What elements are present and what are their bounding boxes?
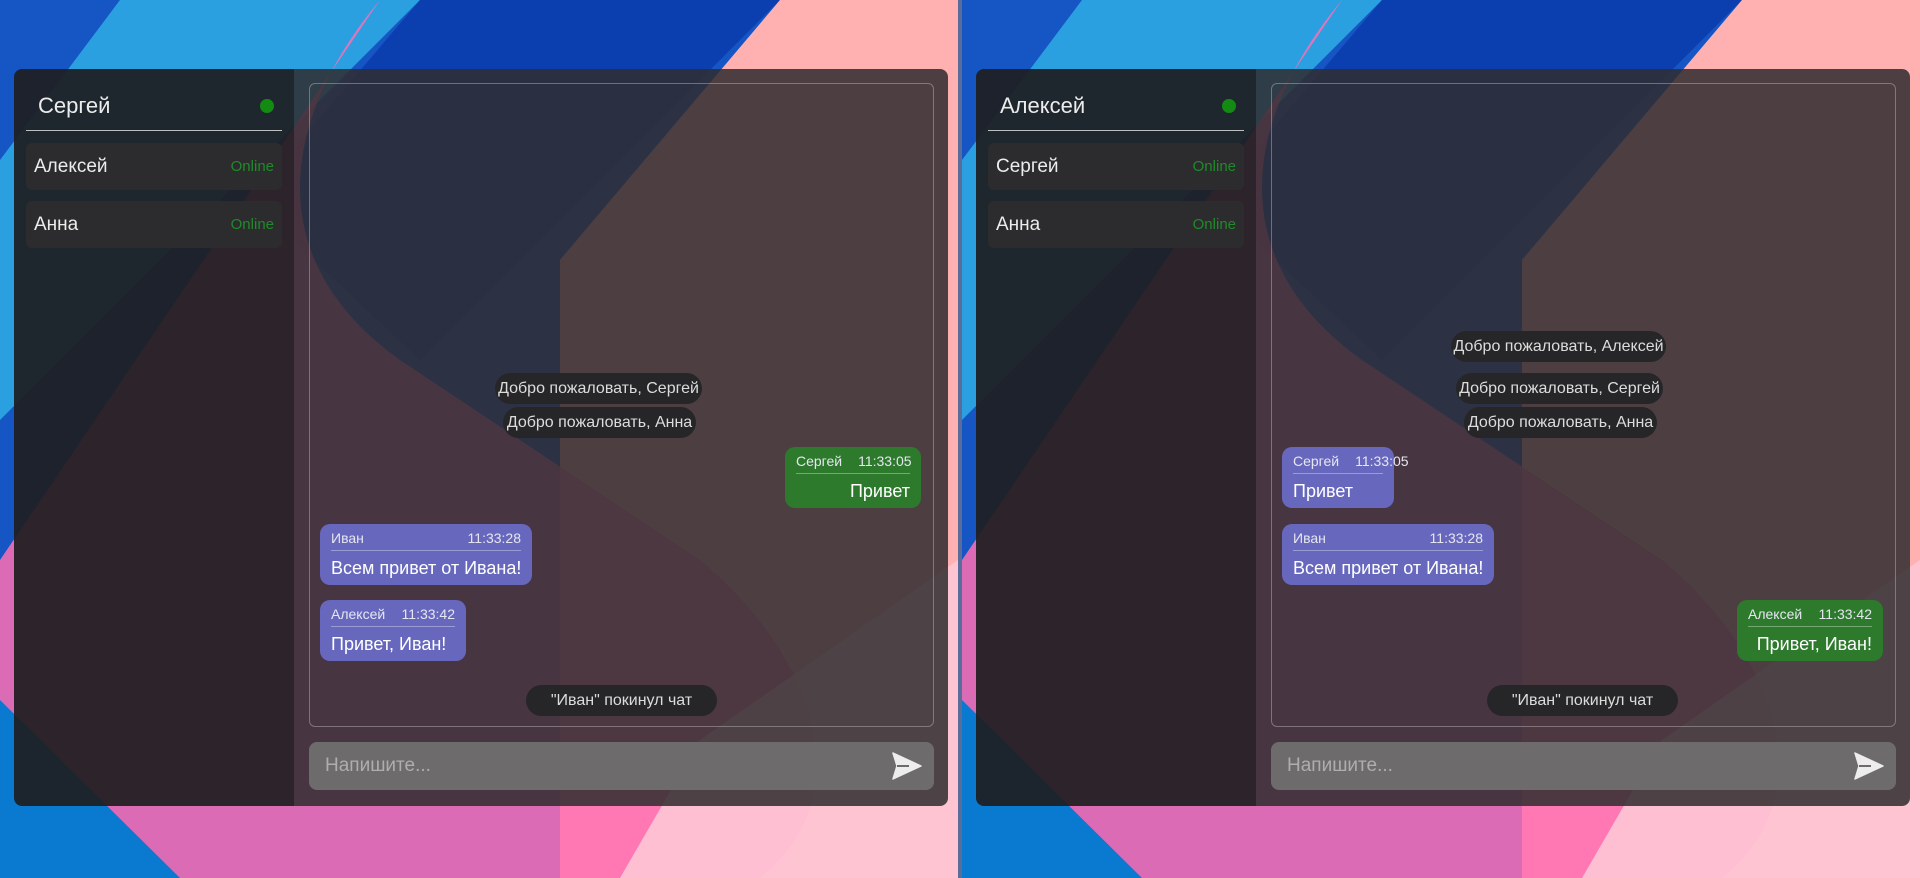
message-bubble: Иван 11:33:28 Всем привет от Ивана! [1282,524,1494,585]
user-name: Сергей [996,155,1059,177]
message-bubble: Алексей 11:33:42 Привет, Иван! [320,600,466,661]
message-bubble: Сергей 11:33:05 Привет [1282,447,1409,508]
message-time: 11:33:05 [858,453,912,469]
user-item[interactable]: Анна Online [26,201,282,248]
system-message: Добро пожаловать, Анна [503,407,696,438]
user-item[interactable]: Анна Online [988,201,1244,248]
message-text: Привет [1293,481,1354,501]
message-bubble: Иван 11:33:28 Всем привет от Ивана! [320,524,532,585]
message-author: Иван [1293,530,1326,546]
current-user-header: Сергей [26,81,282,131]
send-icon [1854,752,1884,780]
user-status: Online [230,216,274,233]
message-author: Сергей [1293,453,1340,469]
message-text: Привет, Иван! [331,634,447,654]
message-header: Сергей 11:33:05 [796,453,912,474]
message-text: Всем привет от Ивана! [331,558,522,578]
message-header: Иван 11:33:28 [331,530,521,551]
message-text: Привет, Иван! [1756,634,1872,654]
message-bubble: Сергей 11:33:05 Привет [785,447,921,508]
message-input[interactable] [325,755,890,777]
chat-main: Добро пожаловать, Алексей Добро пожалова… [1256,69,1910,806]
sidebar: Алексей Сергей Online Анна Online [976,69,1256,806]
message-input-bar [1271,742,1896,790]
chat-app: Сергей Алексей Online Анна Online Добро … [14,69,948,806]
chat-window-1: Сергей Алексей Online Анна Online Добро … [0,0,958,878]
user-list: Алексей Online Анна Online [26,143,282,248]
message-time: 11:33:05 [1355,453,1409,469]
sidebar: Сергей Алексей Online Анна Online [14,69,294,806]
chat-main: Добро пожаловать, Сергей Добро пожаловат… [294,69,948,806]
send-icon [892,752,922,780]
message-input[interactable] [1287,755,1852,777]
user-status: Online [230,158,274,175]
user-item[interactable]: Алексей Online [26,143,282,190]
message-text: Всем привет от Ивана! [1293,558,1484,578]
message-header: Алексей 11:33:42 [1748,606,1872,627]
message-header: Алексей 11:33:42 [331,606,455,627]
current-user-header: Алексей [988,81,1244,131]
system-message: Добро пожаловать, Сергей [495,373,702,404]
user-name: Алексей [34,155,108,177]
system-message: "Иван" покинул чат [1487,685,1678,716]
message-area[interactable]: Добро пожаловать, Сергей Добро пожаловат… [309,83,934,727]
message-text: Привет [849,481,910,501]
current-user-name: Алексей [1000,92,1086,118]
send-button[interactable] [1852,749,1886,783]
system-message: Добро пожаловать, Сергей [1456,373,1663,404]
user-list: Сергей Online Анна Online [988,143,1244,248]
online-dot-icon [1222,98,1236,113]
message-area[interactable]: Добро пожаловать, Алексей Добро пожалова… [1271,83,1896,727]
user-item[interactable]: Сергей Online [988,143,1244,190]
message-bubble: Алексей 11:33:42 Привет, Иван! [1737,600,1883,661]
online-dot-icon [260,98,274,113]
message-input-bar [309,742,934,790]
current-user-name: Сергей [38,92,111,118]
user-name: Анна [996,213,1041,235]
message-author: Иван [331,530,364,546]
user-status: Online [1192,216,1236,233]
chat-app: Алексей Сергей Online Анна Online Добро … [976,69,1910,806]
message-header: Иван 11:33:28 [1293,530,1483,551]
message-time: 11:33:28 [467,530,521,546]
message-time: 11:33:42 [401,606,455,622]
chat-window-2: Алексей Сергей Online Анна Online Добро … [962,0,1920,878]
user-name: Анна [34,213,79,235]
message-author: Алексей [331,606,386,622]
message-author: Алексей [1748,606,1803,622]
message-header: Сергей 11:33:05 [1293,453,1409,474]
message-author: Сергей [796,453,843,469]
system-message: "Иван" покинул чат [526,685,717,716]
system-message: Добро пожаловать, Анна [1464,407,1657,438]
user-status: Online [1192,158,1236,175]
message-time: 11:33:42 [1818,606,1872,622]
send-button[interactable] [890,749,924,783]
message-time: 11:33:28 [1429,530,1483,546]
system-message: Добро пожаловать, Алексей [1451,331,1666,362]
